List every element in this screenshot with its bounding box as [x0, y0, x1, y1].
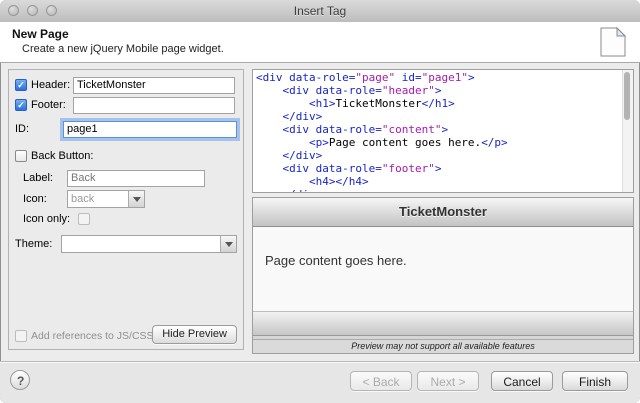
help-button[interactable]: ? [10, 370, 30, 390]
header-checkbox[interactable] [15, 79, 27, 91]
icon-row: Icon: back [23, 190, 237, 208]
icon-dropdown-value: back [68, 193, 128, 205]
id-row: ID: [15, 120, 237, 138]
wizard-banner: New Page Create a new jQuery Mobile page… [0, 22, 640, 63]
zoom-icon[interactable] [46, 5, 57, 16]
footer-label: Footer: [31, 99, 66, 111]
new-page-icon [600, 27, 626, 62]
icon-only-checkbox[interactable] [78, 213, 90, 225]
cancel-button[interactable]: Cancel [491, 371, 553, 391]
back-button-checkbox[interactable] [15, 150, 27, 162]
options-panel: Header: Footer: ID: Back Button: Label: … [8, 69, 244, 350]
preview-header-bar: TicketMonster [253, 198, 633, 227]
back-label-input[interactable] [67, 170, 205, 187]
back-button-row: Back Button: [15, 147, 237, 165]
preview-note: Preview may not support all available fe… [253, 339, 633, 353]
header-label: Header: [31, 79, 70, 91]
id-input[interactable] [63, 121, 237, 138]
theme-row: Theme: [15, 235, 237, 253]
icon-only-label: Icon only: [23, 213, 70, 225]
footer-checkbox[interactable] [15, 99, 27, 111]
page-title: New Page [12, 27, 69, 41]
chevron-down-icon[interactable] [128, 191, 144, 207]
theme-dropdown[interactable] [61, 235, 237, 253]
back-label-label: Label: [23, 172, 53, 184]
hide-preview-button[interactable]: Hide Preview [152, 325, 237, 344]
header-input[interactable] [73, 77, 235, 94]
minimize-icon[interactable] [27, 5, 38, 16]
code-lines: <div data-role="page" id="page1"> <div d… [256, 71, 621, 193]
back-button[interactable]: < Back [350, 371, 412, 391]
theme-label: Theme: [15, 238, 52, 250]
icon-dropdown[interactable]: back [67, 190, 145, 208]
window-controls [8, 5, 57, 16]
header-row: Header: [15, 76, 237, 94]
scrollbar-thumb[interactable] [624, 72, 630, 120]
dialog-button-bar: ? < Back Next > Cancel Finish [0, 361, 640, 403]
back-label-row: Label: [23, 169, 237, 187]
window-title: Insert Tag [0, 0, 640, 22]
add-references-checkbox[interactable] [15, 330, 27, 342]
panel-bottom-row: Add references to JS/CSS Hide Preview [15, 327, 237, 345]
back-button-label: Back Button: [31, 150, 93, 162]
footer-input[interactable] [73, 97, 235, 114]
finish-button[interactable]: Finish [562, 371, 628, 391]
insert-tag-dialog: Insert Tag New Page Create a new jQuery … [0, 0, 640, 403]
code-scrollbar[interactable] [622, 70, 633, 192]
close-icon[interactable] [8, 5, 19, 16]
page-subtitle: Create a new jQuery Mobile page widget. [22, 43, 224, 55]
preview-content: Page content goes here. [253, 227, 633, 312]
next-button[interactable]: Next > [417, 371, 479, 391]
icon-label: Icon: [23, 193, 47, 205]
preview-footer-bar [253, 312, 633, 336]
id-label: ID: [15, 123, 29, 135]
add-references-label: Add references to JS/CSS [31, 330, 154, 342]
code-preview[interactable]: <div data-role="page" id="page1"> <div d… [252, 69, 634, 193]
design-preview: TicketMonster Page content goes here. Pr… [252, 197, 634, 354]
titlebar[interactable]: Insert Tag [0, 0, 640, 23]
icon-only-row: Icon only: [23, 210, 237, 228]
chevron-down-icon[interactable] [220, 236, 236, 252]
footer-row: Footer: [15, 96, 237, 114]
